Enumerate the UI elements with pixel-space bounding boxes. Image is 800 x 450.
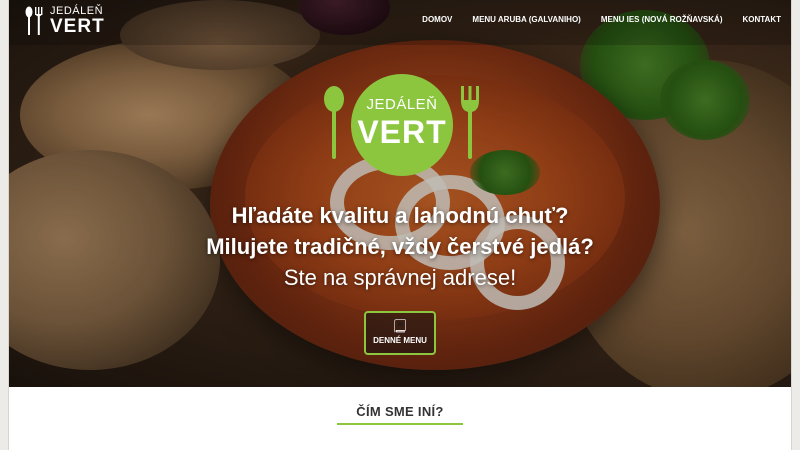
utensils-icon (25, 6, 45, 36)
hero-logo: JEDÁLEŇ VERT (322, 74, 482, 176)
logo-circle-text-small: JEDÁLEŇ (366, 96, 438, 113)
hero-headline: Hľadáte kvalitu a lahodnú chuť? Milujete… (0, 200, 800, 293)
page-frame-left (0, 0, 9, 450)
book-icon (394, 319, 406, 333)
hero-line-1: Hľadáte kvalitu a lahodnú chuť? (231, 203, 569, 228)
nav-item-menu-aruba[interactable]: MENU ARUBA (GALVANIHO) (472, 15, 580, 24)
nav-item-domov[interactable]: DOMOV (422, 15, 452, 24)
logo-text-big: VERT (50, 16, 105, 37)
spoon-icon (324, 86, 344, 159)
nav-item-kontakt[interactable]: KONTAKT (742, 15, 781, 24)
logo-circle-text-big: VERT (357, 114, 447, 150)
fork-icon (461, 86, 479, 159)
nav-item-menu-ies[interactable]: MENU IES (NOVÁ ROŽŇAVSKÁ) (601, 15, 723, 24)
page-frame-right (791, 0, 800, 450)
logo-circle: JEDÁLEŇ VERT (351, 74, 453, 176)
section-title: ČÍM SME INÍ? (356, 404, 444, 419)
top-navigation: JEDÁLEŇ VERT DOMOV MENU ARUBA (GALVANIHO… (9, 0, 791, 45)
about-section: ČÍM SME INÍ? (9, 387, 791, 450)
daily-menu-label: DENNÉ MENU (373, 336, 427, 345)
daily-menu-button[interactable]: DENNÉ MENU (364, 311, 436, 355)
section-title-underline (337, 423, 463, 425)
hero-line-3: Ste na správnej adrese! (283, 265, 517, 290)
hero-line-2: Milujete tradičné, vždy čerstvé jedlá? (206, 234, 594, 259)
header-logo[interactable]: JEDÁLEŇ VERT (25, 6, 105, 36)
nav-menu: DOMOV MENU ARUBA (GALVANIHO) MENU IES (N… (422, 15, 781, 24)
